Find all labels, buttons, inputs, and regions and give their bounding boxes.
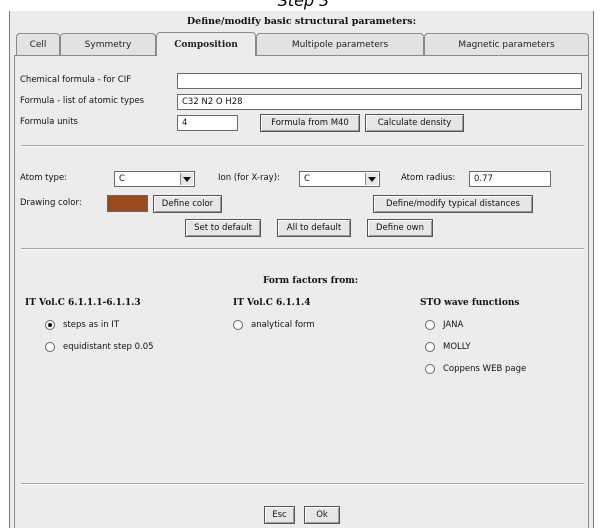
define-color-button[interactable]: Define color	[153, 195, 222, 213]
ion-select[interactable]: C	[299, 171, 380, 187]
all-to-default-button[interactable]: All to default	[277, 219, 351, 237]
radio-coppens-web-page-label: Coppens WEB page	[443, 364, 527, 374]
atomic-types-label: Formula - list of atomic types	[20, 96, 145, 106]
radio-equidistant-step-label: equidistant step 0.05	[63, 342, 154, 352]
chevron-down-icon[interactable]	[365, 173, 378, 185]
radio-analytical-form-label: analytical form	[251, 320, 315, 330]
step-caption: Step 3	[277, 0, 330, 10]
formula-units-field[interactable]: 4	[177, 115, 238, 131]
atom-type-label: Atom type:	[20, 173, 68, 183]
atom-radius-label: Atom radius:	[401, 173, 456, 183]
radio-equidistant-step[interactable]: equidistant step 0.05	[45, 342, 154, 352]
form-factors-title: Form factors from:	[263, 276, 359, 286]
define-own-button[interactable]: Define own	[367, 219, 433, 237]
tab-symmetry[interactable]: Symmetry	[60, 33, 156, 55]
tab-multipole-parameters[interactable]: Multipole parameters	[256, 33, 424, 55]
atom-type-value: C	[119, 174, 125, 184]
radio-analytical-form[interactable]: analytical form	[233, 320, 315, 330]
it-vol-c-heading: IT Vol.C 6.1.1.1-6.1.1.3	[25, 298, 141, 308]
sto-wave-heading: STO wave functions	[420, 298, 520, 308]
it-vol-c-analytical-heading: IT Vol.C 6.1.1.4	[233, 298, 311, 308]
radio-unselected-icon[interactable]	[233, 320, 243, 330]
formula-units-label: Formula units	[20, 117, 78, 127]
radio-molly-label: MOLLY	[443, 342, 471, 352]
chemical-formula-label: Chemical formula - for CIF	[20, 75, 132, 85]
formula-from-m40-button[interactable]: Formula from M40	[260, 114, 360, 132]
dialog-window: Define/modify basic structural parameter…	[9, 11, 594, 528]
radio-unselected-icon[interactable]	[45, 342, 55, 352]
esc-button[interactable]: Esc	[264, 506, 295, 524]
radio-steps-as-in-it[interactable]: steps as in IT	[45, 320, 119, 330]
radio-coppens-web-page[interactable]: Coppens WEB page	[425, 364, 526, 374]
calculate-density-button[interactable]: Calculate density	[365, 114, 464, 132]
radio-selected-icon[interactable]	[45, 320, 55, 330]
atom-type-select[interactable]: C	[114, 171, 195, 187]
define-distances-button[interactable]: Define/modify typical distances	[373, 195, 533, 213]
set-to-default-button[interactable]: Set to default	[185, 219, 261, 237]
drawing-color-swatch[interactable]	[107, 195, 148, 212]
drawing-color-label: Drawing color:	[20, 198, 82, 208]
radio-molly[interactable]: MOLLY	[425, 342, 471, 352]
separator-1	[21, 145, 584, 147]
radio-steps-as-in-it-label: steps as in IT	[63, 320, 120, 330]
tab-magnetic-parameters[interactable]: Magnetic parameters	[424, 33, 589, 55]
composition-panel: Chemical formula - for CIF Formula - lis…	[14, 56, 589, 528]
separator-2	[21, 248, 584, 250]
separator-3	[21, 483, 584, 485]
radio-jana[interactable]: JANA	[425, 320, 463, 330]
chevron-down-icon[interactable]	[180, 173, 193, 185]
radio-unselected-icon[interactable]	[425, 342, 435, 352]
dialog-title: Define/modify basic structural parameter…	[186, 16, 417, 27]
ok-button[interactable]: Ok	[304, 506, 340, 524]
radio-jana-label: JANA	[443, 320, 464, 330]
atomic-types-field[interactable]: C32 N2 O H28	[177, 94, 582, 110]
tab-composition[interactable]: Composition	[156, 32, 256, 56]
tab-cell[interactable]: Cell	[16, 33, 60, 55]
tab-divider	[14, 55, 589, 56]
radio-unselected-icon[interactable]	[425, 364, 435, 374]
radio-unselected-icon[interactable]	[425, 320, 435, 330]
atom-radius-field[interactable]: 0.77	[469, 171, 551, 187]
chemical-formula-field[interactable]	[177, 73, 582, 89]
ion-label: Ion (for X-ray):	[218, 173, 280, 183]
ion-value: C	[304, 174, 310, 184]
